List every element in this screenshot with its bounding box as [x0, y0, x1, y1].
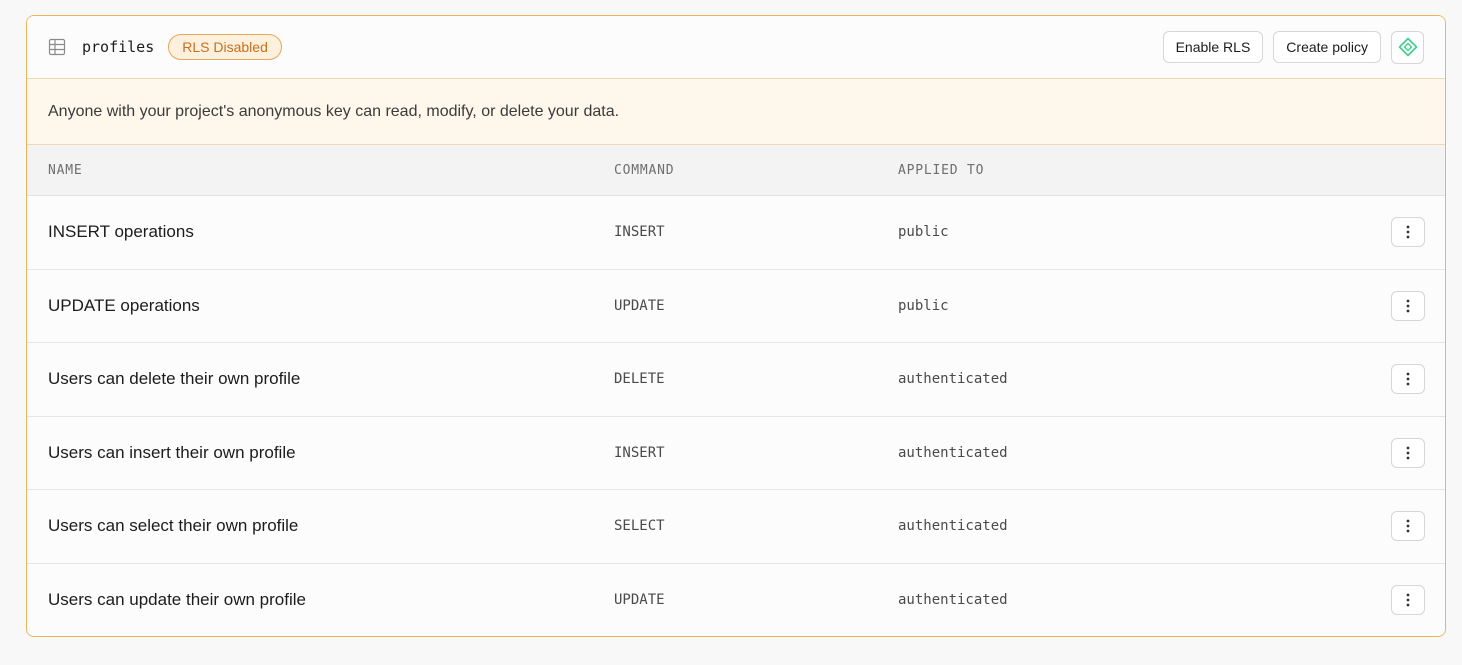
rls-warning-banner: Anyone with your project's anonymous key…	[27, 79, 1445, 145]
diamond-icon	[1398, 37, 1418, 57]
policy-name: Users can delete their own profile	[48, 369, 301, 389]
policy-name: Users can insert their own profile	[48, 442, 296, 462]
policy-row: UPDATE operations UPDATE public	[27, 269, 1445, 343]
rls-status-badge: RLS Disabled	[168, 34, 282, 60]
policy-command: UPDATE	[614, 592, 665, 609]
policy-name: INSERT operations	[48, 222, 194, 242]
policy-row: INSERT operations INSERT public	[27, 196, 1445, 270]
table-name: profiles	[82, 38, 155, 56]
policy-command: INSERT	[614, 444, 665, 461]
policy-applied-to: public	[898, 297, 949, 314]
column-header-name: NAME	[48, 162, 83, 178]
more-vertical-icon	[1406, 593, 1410, 607]
more-vertical-icon	[1406, 519, 1410, 533]
policy-list: INSERT operations INSERT public UPDATE o…	[27, 196, 1445, 636]
policy-applied-to: authenticated	[898, 592, 1008, 609]
policy-applied-to: authenticated	[898, 371, 1008, 388]
more-vertical-icon	[1406, 299, 1410, 313]
policy-actions-button[interactable]	[1391, 585, 1425, 616]
policy-command: INSERT	[614, 224, 665, 241]
column-header-applied-to: APPLIED TO	[898, 162, 985, 178]
policy-name: Users can update their own profile	[48, 590, 306, 610]
policy-actions-button[interactable]	[1391, 511, 1425, 542]
policy-row: Users can select their own profile SELEC…	[27, 490, 1445, 564]
policy-applied-to: authenticated	[898, 518, 1008, 535]
policy-command: SELECT	[614, 518, 665, 535]
policy-name: UPDATE operations	[48, 295, 200, 315]
policy-applied-to: authenticated	[898, 444, 1008, 461]
policy-command: UPDATE	[614, 297, 665, 314]
policy-name: Users can select their own profile	[48, 516, 299, 536]
policy-actions-button[interactable]	[1391, 364, 1425, 395]
enable-rls-button[interactable]: Enable RLS	[1162, 31, 1264, 63]
policy-actions-button[interactable]	[1391, 217, 1425, 248]
policies-card: profiles RLS Disabled Enable RLS Create …	[26, 15, 1446, 637]
column-header-command: COMMAND	[614, 162, 675, 178]
policy-command: DELETE	[614, 371, 665, 388]
more-vertical-icon	[1406, 372, 1410, 386]
policy-row: Users can insert their own profile INSER…	[27, 416, 1445, 490]
more-vertical-icon	[1406, 446, 1410, 460]
policy-actions-button[interactable]	[1391, 290, 1425, 321]
policy-row: Users can update their own profile UPDAT…	[27, 563, 1445, 636]
policy-actions-button[interactable]	[1391, 437, 1425, 468]
policy-row: Users can delete their own profile DELET…	[27, 343, 1445, 417]
table-grid-icon	[48, 38, 66, 56]
create-policy-button[interactable]: Create policy	[1273, 31, 1381, 63]
card-header: profiles RLS Disabled Enable RLS Create …	[27, 16, 1445, 79]
table-header: NAME COMMAND APPLIED TO	[27, 145, 1445, 196]
diamond-icon-button[interactable]	[1391, 30, 1424, 64]
more-vertical-icon	[1406, 225, 1410, 239]
warning-text: Anyone with your project's anonymous key…	[48, 102, 620, 120]
policy-applied-to: public	[898, 224, 949, 241]
